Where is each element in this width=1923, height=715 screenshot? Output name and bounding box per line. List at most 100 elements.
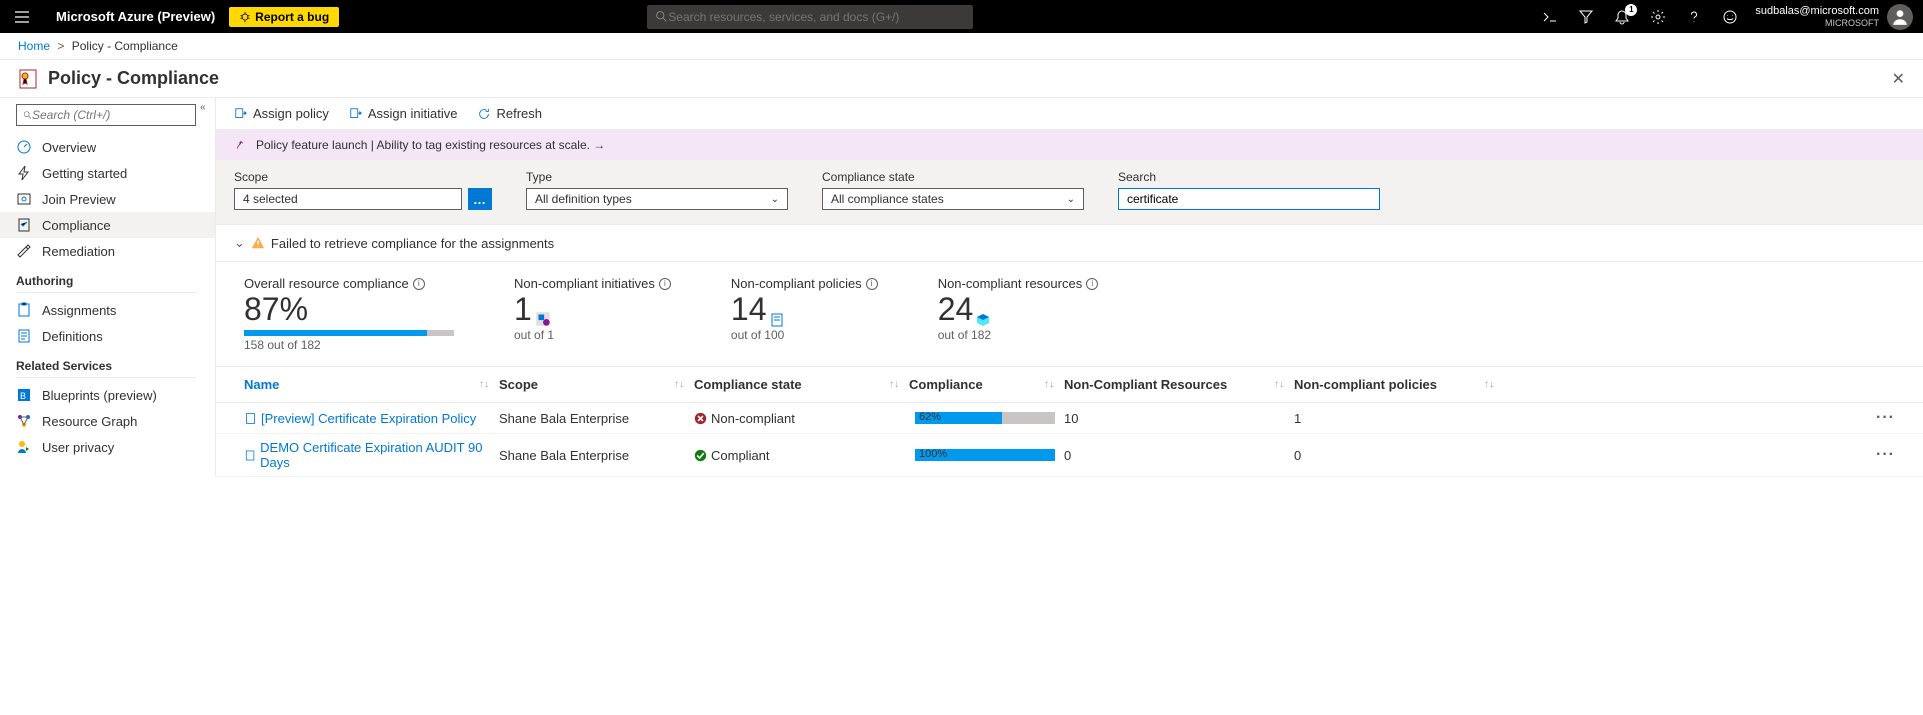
row-compliance: 62% (909, 412, 1064, 424)
refresh-icon (477, 107, 491, 121)
scope-picker[interactable]: 4 selected (234, 188, 462, 210)
sort-icon[interactable]: ↑↓ (674, 379, 684, 390)
avatar[interactable] (1887, 4, 1913, 30)
sidebar-item-assignments[interactable]: Assignments (16, 297, 215, 323)
stat-sub: out of 1 (514, 328, 671, 342)
sidebar-item-compliance[interactable]: Compliance (0, 212, 215, 238)
col-ncr[interactable]: Non-Compliant Resources (1064, 377, 1227, 392)
row-scope: Shane Bala Enterprise (499, 448, 694, 463)
sort-icon[interactable]: ↑↓ (1484, 379, 1494, 390)
sidebar-label: Compliance (42, 218, 111, 233)
user-info[interactable]: sudbalas@microsoft.com MICROSOFT (1755, 5, 1879, 29)
filter-search-input[interactable] (1118, 188, 1380, 210)
chevron-down-icon: ⌄ (771, 194, 779, 205)
sidebar-label: Assignments (42, 303, 116, 318)
info-icon[interactable]: i (413, 278, 425, 290)
breadcrumb-current: Policy - Compliance (72, 39, 178, 53)
definitions-icon (16, 328, 32, 344)
table-row: DEMO Certificate Expiration AUDIT 90 Day… (216, 434, 1923, 477)
remediation-icon (16, 243, 32, 259)
tenant-label: MICROSOFT (1755, 18, 1879, 29)
sidebar-item-join-preview[interactable]: Join Preview (16, 186, 215, 212)
sidebar-label: Getting started (42, 166, 127, 181)
row-more-button[interactable]: ··· (1876, 446, 1895, 464)
stat-label: Non-compliant resources (938, 276, 1083, 291)
check-icon (694, 449, 707, 462)
refresh-button[interactable]: Refresh (477, 106, 542, 121)
info-icon[interactable]: i (866, 278, 878, 290)
scope-more-button[interactable]: … (468, 188, 492, 210)
sidebar-label: Resource Graph (42, 414, 137, 429)
sidebar-search[interactable] (16, 104, 196, 126)
sidebar-label: Definitions (42, 329, 103, 344)
sidebar-item-resource-graph[interactable]: Resource Graph (16, 408, 215, 434)
info-icon[interactable]: i (659, 278, 671, 290)
sidebar-item-definitions[interactable]: Definitions (16, 323, 215, 349)
global-search-input[interactable] (668, 10, 965, 24)
user-email: sudbalas@microsoft.com (1755, 5, 1879, 18)
stat-nci: Non-compliant initiatives i 1 out of 1 (514, 276, 671, 352)
warning-text: Failed to retrieve compliance for the as… (271, 236, 554, 251)
sidebar-item-getting-started[interactable]: Getting started (16, 160, 215, 186)
policy-small-icon (244, 449, 256, 462)
assignment-link[interactable]: DEMO Certificate Expiration AUDIT 90 Day… (260, 440, 499, 470)
search-label: Search (1118, 170, 1380, 184)
help-icon[interactable] (1685, 8, 1703, 26)
sidebar-item-blueprints[interactable]: B Blueprints (preview) (16, 382, 215, 408)
stat-sub: out of 100 (731, 328, 878, 342)
stat-label: Overall resource compliance (244, 276, 409, 291)
col-comp[interactable]: Compliance (909, 377, 983, 392)
feature-notice[interactable]: Policy feature launch | Ability to tag e… (216, 130, 1923, 160)
assign-policy-label: Assign policy (253, 106, 329, 121)
col-state[interactable]: Compliance state (694, 377, 802, 392)
sidebar-search-input[interactable] (32, 108, 189, 122)
sort-icon[interactable]: ↑↓ (1274, 379, 1284, 390)
refresh-label: Refresh (496, 106, 542, 121)
sort-icon[interactable]: ↑↓ (1044, 379, 1054, 390)
row-state: Non-compliant (694, 411, 909, 426)
sidebar-collapse-icon[interactable]: « (200, 102, 206, 113)
notice-text: Policy feature launch | Ability to tag e… (256, 138, 605, 152)
settings-icon[interactable] (1649, 8, 1667, 26)
brand-label: Microsoft Azure (Preview) (56, 9, 215, 24)
cloud-shell-icon[interactable] (1541, 8, 1559, 26)
type-select[interactable]: All definition types ⌄ (526, 188, 788, 210)
breadcrumb-home[interactable]: Home (18, 39, 50, 53)
assign-initiative-button[interactable]: Assign initiative (349, 106, 458, 121)
policy-icon (18, 69, 38, 89)
stat-value: 14 (731, 291, 767, 328)
chevron-down-icon[interactable]: ⌄ (234, 235, 245, 251)
hamburger-menu[interactable] (10, 5, 34, 29)
col-scope[interactable]: Scope (499, 377, 538, 392)
assign-policy-button[interactable]: Assign policy (234, 106, 329, 121)
report-bug-button[interactable]: Report a bug (229, 7, 339, 27)
initiative-icon (534, 310, 552, 328)
overview-icon (16, 139, 32, 155)
state-select[interactable]: All compliance states ⌄ (822, 188, 1084, 210)
info-icon[interactable]: i (1086, 278, 1098, 290)
close-button[interactable]: ✕ (1892, 69, 1905, 89)
global-search[interactable] (647, 5, 973, 29)
row-more-button[interactable]: ··· (1876, 409, 1895, 427)
col-ncp[interactable]: Non-compliant policies (1294, 377, 1437, 392)
error-icon (694, 412, 707, 425)
sidebar-item-user-privacy[interactable]: User privacy (16, 434, 215, 460)
breadcrumb: Home > Policy - Compliance (0, 33, 1923, 60)
row-scope: Shane Bala Enterprise (499, 411, 694, 426)
col-name[interactable]: Name (244, 377, 279, 392)
sort-icon[interactable]: ↑↓ (889, 379, 899, 390)
resource-icon (975, 312, 991, 328)
assign-icon (234, 107, 248, 121)
search-icon (23, 109, 32, 121)
notification-badge: 1 (1625, 4, 1637, 16)
assignment-link[interactable]: [Preview] Certificate Expiration Policy (261, 411, 476, 426)
sidebar-label: Blueprints (preview) (42, 388, 157, 403)
feedback-icon[interactable] (1721, 8, 1739, 26)
directory-filter-icon[interactable] (1577, 8, 1595, 26)
notifications-icon[interactable]: 1 (1613, 8, 1631, 26)
sort-icon[interactable]: ↑↓ (479, 379, 489, 390)
stat-value: 87% (244, 291, 454, 328)
sidebar-item-overview[interactable]: Overview (16, 134, 215, 160)
row-state: Compliant (694, 448, 909, 463)
sidebar-item-remediation[interactable]: Remediation (16, 238, 215, 264)
